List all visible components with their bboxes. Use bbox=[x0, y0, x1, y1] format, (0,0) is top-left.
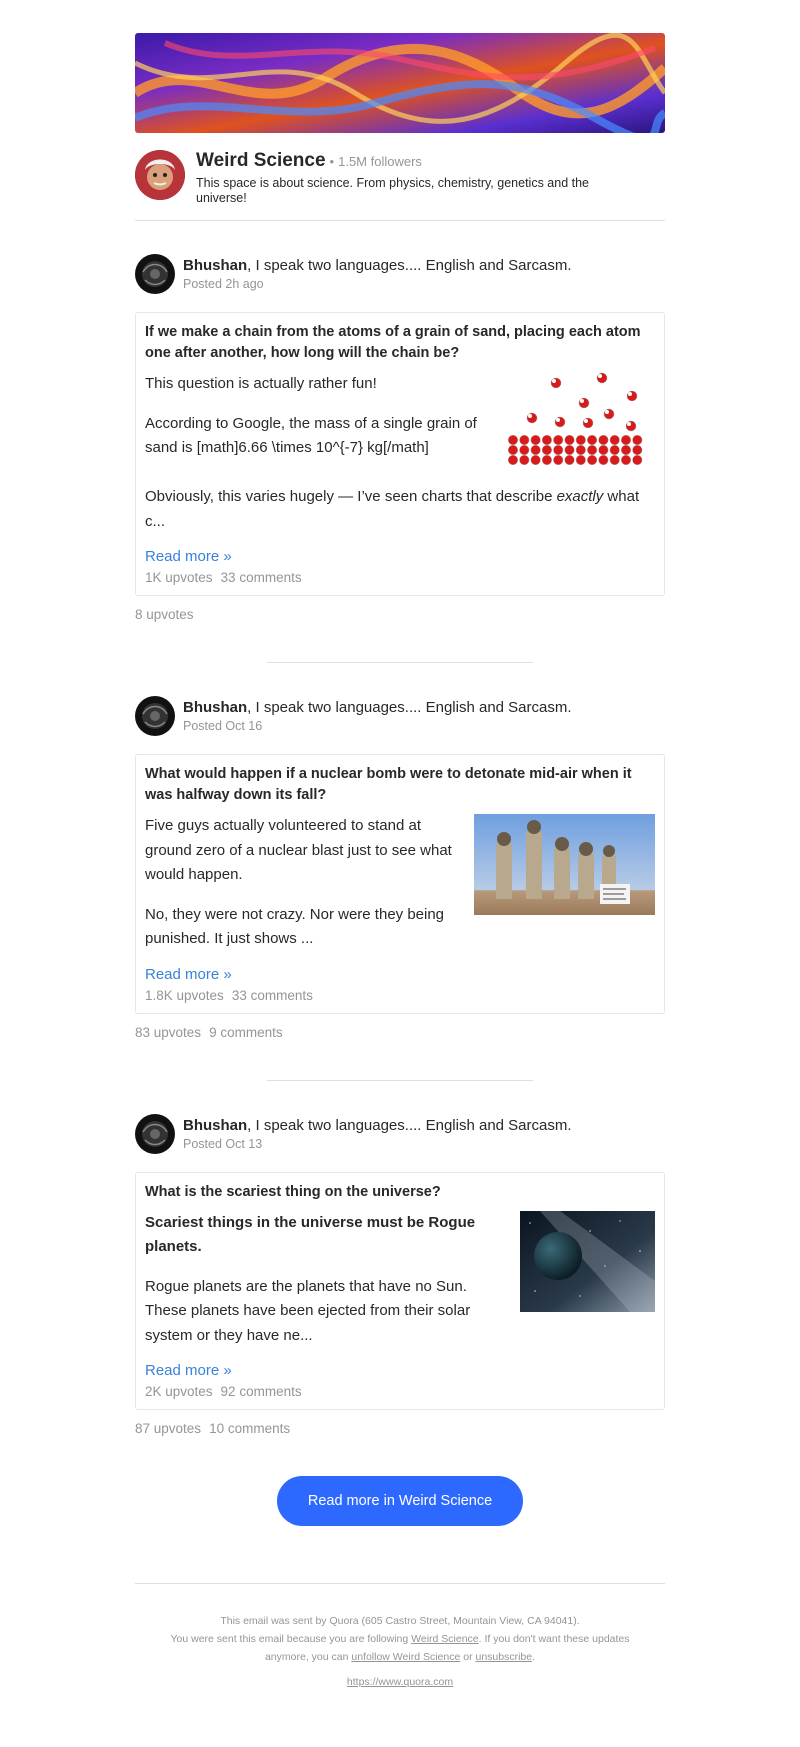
unfollow-link[interactable]: unfollow Weird Science bbox=[351, 1651, 460, 1663]
author-name[interactable]: Bhushan bbox=[183, 1117, 247, 1134]
unsubscribe-link[interactable]: unsubscribe bbox=[475, 1651, 532, 1663]
space-avatar[interactable] bbox=[135, 150, 185, 200]
volunteers-photo bbox=[474, 814, 655, 952]
answer-excerpt: Scariest things in the universe must be … bbox=[145, 1211, 500, 1349]
card-upvotes: 1.8K upvotes bbox=[145, 987, 224, 1003]
author-avatar[interactable] bbox=[135, 1113, 175, 1154]
post-timestamp: Posted Oct 13 bbox=[183, 1136, 263, 1151]
answer-paragraph: Obviously, this varies hugely — I’ve see… bbox=[145, 488, 640, 530]
upvote-count[interactable]: 87 upvotes bbox=[135, 1421, 201, 1436]
rogue-planet-image bbox=[520, 1210, 655, 1349]
separator-dot: • bbox=[329, 154, 335, 169]
card-stats: 1.8K upvotes 33 comments bbox=[145, 988, 655, 1003]
post-item: Bhushan, I speak two languages.... Engli… bbox=[135, 254, 665, 622]
author-line: Bhushan, I speak two languages.... Engli… bbox=[183, 257, 572, 275]
answer-card[interactable]: What is the scariest thing on the univer… bbox=[135, 1171, 665, 1410]
answer-excerpt: This question is actually rather fun! Ac… bbox=[145, 372, 485, 473]
answer-card[interactable]: What would happen if a nuclear bomb were… bbox=[135, 754, 665, 1014]
card-upvotes: 1K upvotes bbox=[145, 570, 213, 585]
footer-options-line: anymore, you can unfollow Weird Science … bbox=[264, 1651, 536, 1663]
answer-paragraph: According to Google, the mass of a singl… bbox=[145, 414, 477, 457]
comment-count[interactable]: 10 comments bbox=[209, 1421, 290, 1436]
author-name[interactable]: Bhushan bbox=[183, 257, 247, 274]
post-author: Bhushan, I speak two languages.... Engli… bbox=[135, 254, 665, 294]
question-title[interactable]: What is the scariest thing on the univer… bbox=[145, 1182, 655, 1203]
post-author: Bhushan, I speak two languages.... Engli… bbox=[135, 696, 665, 736]
upvote-count[interactable]: 83 upvotes bbox=[135, 1025, 201, 1040]
footer-reason-line: You were sent this email because you are… bbox=[170, 1633, 630, 1645]
answer-paragraph: Rogue planets are the planets that have … bbox=[145, 1277, 471, 1344]
answer-paragraph: No, they were not crazy. Nor were they b… bbox=[145, 905, 445, 948]
card-stats: 2K upvotes 92 comments bbox=[145, 1384, 655, 1399]
question-title[interactable]: If we make a chain from the atoms of a g… bbox=[145, 322, 655, 364]
space-link[interactable]: Weird Science bbox=[411, 1633, 479, 1645]
author-line: Bhushan, I speak two languages.... Engli… bbox=[183, 1117, 572, 1135]
post-timestamp: Posted Oct 16 bbox=[183, 719, 263, 733]
space-banner-image[interactable] bbox=[135, 33, 665, 133]
card-upvotes: 2K upvotes bbox=[145, 1384, 213, 1399]
read-more-space-button[interactable]: Read more in Weird Science bbox=[277, 1476, 523, 1526]
post-author: Bhushan, I speak two languages.... Engli… bbox=[135, 1113, 665, 1154]
email-container: Weird Science • 1.5M followers This spac… bbox=[135, 0, 665, 1691]
author-tagline: , I speak two languages.... English and … bbox=[247, 257, 572, 274]
card-comments: 33 comments bbox=[220, 570, 302, 585]
post-timestamp: Posted 2h ago bbox=[183, 277, 264, 291]
post-stats: 83 upvotes 9 comments bbox=[135, 1025, 665, 1040]
footer-divider bbox=[135, 1583, 665, 1584]
post-stats: 8 upvotes bbox=[135, 607, 665, 622]
space-description: This space is about science. From physic… bbox=[196, 176, 589, 205]
post-item: Bhushan, I speak two languages.... Engli… bbox=[135, 696, 665, 1040]
space-header: Weird Science • 1.5M followers This spac… bbox=[135, 150, 665, 206]
post-item: Bhushan, I speak two languages.... Engli… bbox=[135, 1113, 665, 1436]
author-tagline: , I speak two languages.... English and … bbox=[247, 699, 572, 716]
post-separator bbox=[267, 1079, 533, 1081]
answer-card[interactable]: If we make a chain from the atoms of a g… bbox=[135, 312, 665, 596]
card-stats: 1K upvotes 33 comments bbox=[145, 570, 655, 585]
answer-excerpt: Five guys actually volunteered to stand … bbox=[145, 814, 454, 952]
answer-headline: Scariest things in the universe must be … bbox=[145, 1213, 476, 1256]
post-separator bbox=[267, 662, 533, 663]
card-comments: 92 comments bbox=[220, 1384, 302, 1399]
atoms-chain-image bbox=[505, 372, 655, 473]
answer-paragraph: This question is actually rather fun! bbox=[145, 375, 377, 392]
space-name[interactable]: Weird Science bbox=[196, 150, 326, 172]
read-more-link[interactable]: Read more » bbox=[145, 548, 232, 565]
header-divider bbox=[135, 220, 665, 221]
footer-sender-line: This email was sent by Quora (605 Castro… bbox=[220, 1615, 580, 1627]
email-footer: This email was sent by Quora (605 Castro… bbox=[135, 1612, 665, 1691]
author-avatar[interactable] bbox=[135, 696, 175, 736]
post-stats: 87 upvotes 10 comments bbox=[135, 1421, 665, 1436]
read-more-link[interactable]: Read more » bbox=[145, 966, 232, 983]
author-tagline: , I speak two languages.... English and … bbox=[247, 1116, 572, 1134]
author-line: Bhushan, I speak two languages.... Engli… bbox=[183, 699, 572, 717]
quora-site-link[interactable]: https://www.quora.com bbox=[347, 1673, 453, 1691]
question-title[interactable]: What would happen if a nuclear bomb were… bbox=[145, 764, 655, 806]
emphasis-text: exactly bbox=[556, 488, 604, 505]
comment-count[interactable]: 9 comments bbox=[209, 1025, 283, 1040]
author-name[interactable]: Bhushan bbox=[183, 699, 247, 716]
answer-paragraph: Five guys actually volunteered to stand … bbox=[145, 817, 452, 883]
follower-count: 1.5M followers bbox=[338, 154, 422, 169]
author-avatar[interactable] bbox=[135, 254, 175, 294]
card-comments: 33 comments bbox=[231, 987, 313, 1003]
upvote-count[interactable]: 8 upvotes bbox=[135, 607, 194, 622]
read-more-link[interactable]: Read more » bbox=[145, 1362, 232, 1379]
